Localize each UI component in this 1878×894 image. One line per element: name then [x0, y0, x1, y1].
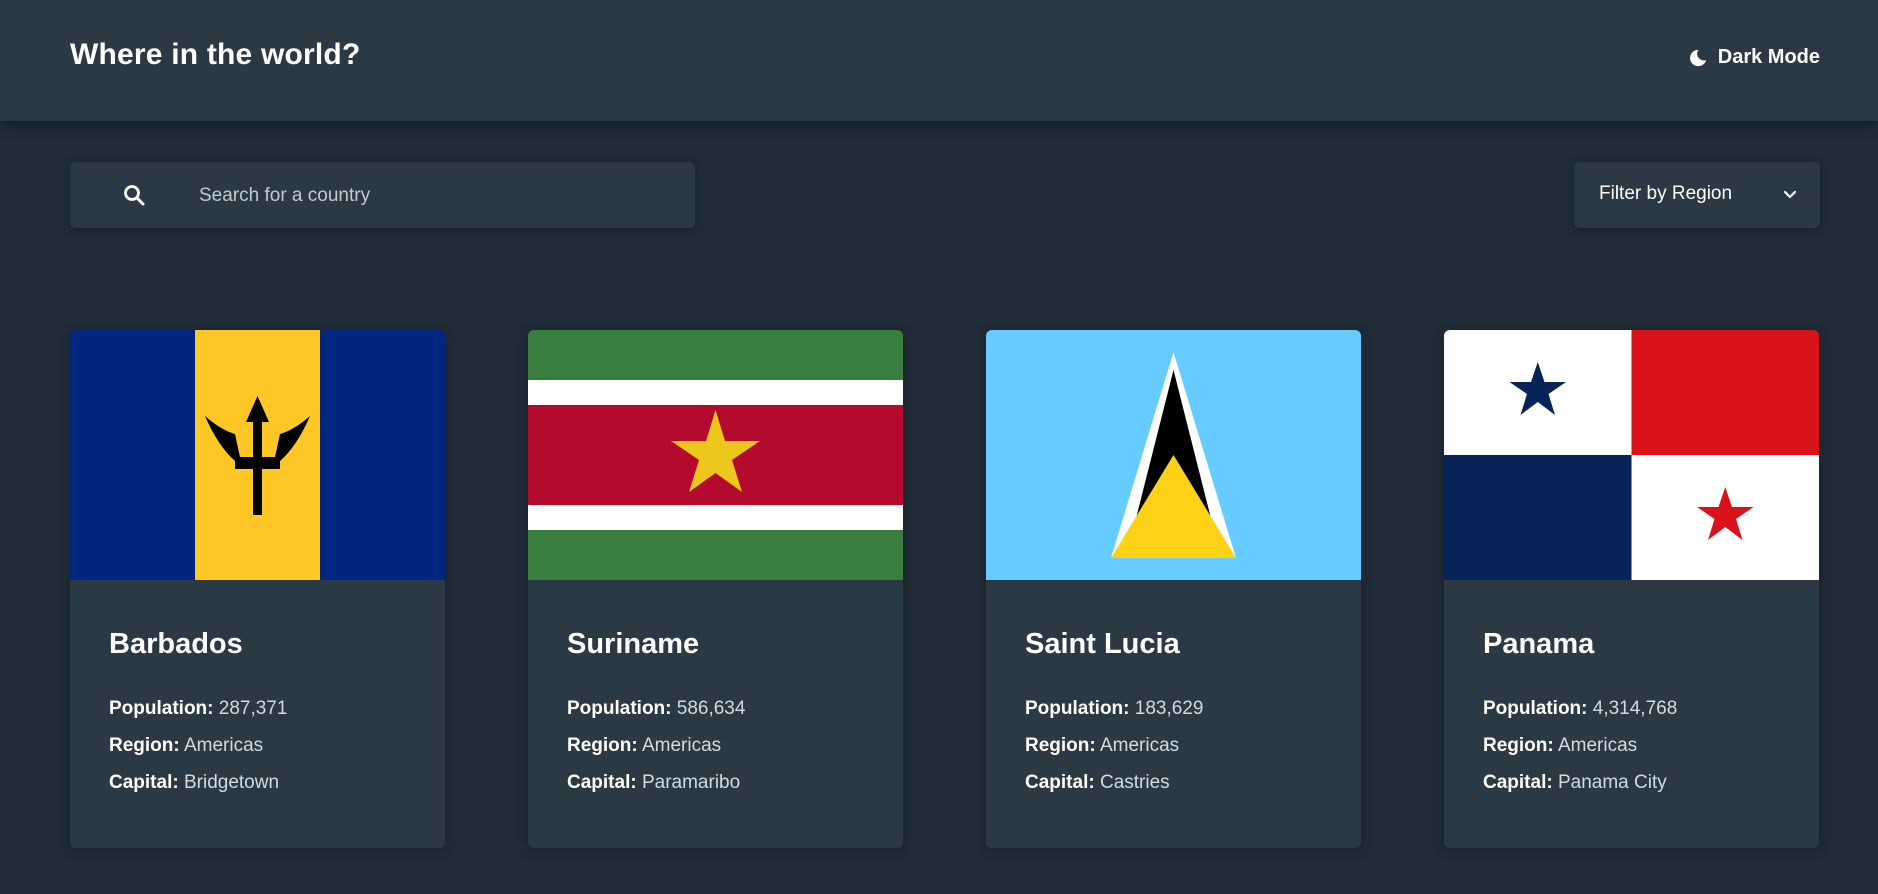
region-label: Region: [567, 735, 638, 756]
population-row: Population: 287,371 [109, 698, 287, 720]
population-value: 4,314,768 [1592, 698, 1678, 719]
region-value: Americas [1557, 735, 1638, 756]
region-row: Region: Americas [1483, 735, 1637, 757]
capital-value: Paramaribo [641, 772, 741, 793]
search-icon [124, 185, 145, 206]
capital-row: Capital: Paramaribo [567, 772, 740, 794]
country-name: Barbados [109, 628, 243, 660]
country-name: Panama [1483, 628, 1595, 660]
population-value: 586,634 [676, 698, 746, 719]
country-card-panama[interactable]: Panama Population: 4,314,768 Region: Ame… [1444, 330, 1819, 848]
country-name: Suriname [567, 628, 700, 660]
search-box[interactable] [70, 162, 695, 230]
country-card-suriname[interactable]: Suriname Population: 586,634 Region: Ame… [528, 330, 903, 848]
capital-label: Capital: [109, 772, 179, 793]
population-label: Population: [567, 698, 672, 719]
capital-row: Capital: Panama City [1483, 772, 1667, 794]
capital-label: Capital: [1025, 772, 1095, 793]
capital-row: Capital: Bridgetown [109, 772, 279, 794]
population-label: Population: [1483, 698, 1588, 719]
flag-image-panama [1444, 330, 1819, 580]
capital-value: Bridgetown [183, 772, 280, 793]
region-filter-dropdown[interactable]: Filter by Region [1574, 162, 1820, 228]
region-label: Region: [109, 735, 180, 756]
region-value: Americas [641, 735, 722, 756]
population-label: Population: [1025, 698, 1130, 719]
theme-toggle-button[interactable]: Dark Mode [1688, 46, 1820, 69]
region-value: Americas [1099, 735, 1180, 756]
search-input[interactable] [197, 162, 671, 230]
theme-toggle-label: Dark Mode [1717, 46, 1820, 68]
country-name: Saint Lucia [1025, 628, 1180, 660]
app-title: Where in the world? [70, 38, 361, 71]
country-card-saint-lucia[interactable]: Saint Lucia Population: 183,629 Region: … [986, 330, 1361, 848]
flag-image-suriname [528, 330, 903, 580]
population-row: Population: 4,314,768 [1483, 698, 1677, 720]
capital-value: Panama City [1557, 772, 1667, 793]
population-row: Population: 183,629 [1025, 698, 1203, 720]
region-label: Region: [1025, 735, 1096, 756]
region-row: Region: Americas [109, 735, 263, 757]
population-label: Population: [109, 698, 214, 719]
header: Where in the world? Dark Mode [0, 0, 1878, 121]
flag-image-saint-lucia [986, 330, 1361, 580]
population-value: 287,371 [218, 698, 288, 719]
chevron-down-icon [1783, 190, 1797, 199]
region-filter-label: Filter by Region [1599, 183, 1733, 204]
population-row: Population: 586,634 [567, 698, 745, 720]
region-row: Region: Americas [1025, 735, 1179, 757]
capital-value: Castries [1099, 772, 1170, 793]
region-row: Region: Americas [567, 735, 721, 757]
moon-icon [1689, 49, 1706, 66]
capital-label: Capital: [1483, 772, 1553, 793]
capital-row: Capital: Castries [1025, 772, 1170, 794]
region-label: Region: [1483, 735, 1554, 756]
country-card-barbados[interactable]: Barbados Population: 287,371 Region: Ame… [70, 330, 445, 848]
capital-label: Capital: [567, 772, 637, 793]
population-value: 183,629 [1134, 698, 1204, 719]
region-value: Americas [183, 735, 264, 756]
flag-image-barbados [70, 330, 445, 580]
